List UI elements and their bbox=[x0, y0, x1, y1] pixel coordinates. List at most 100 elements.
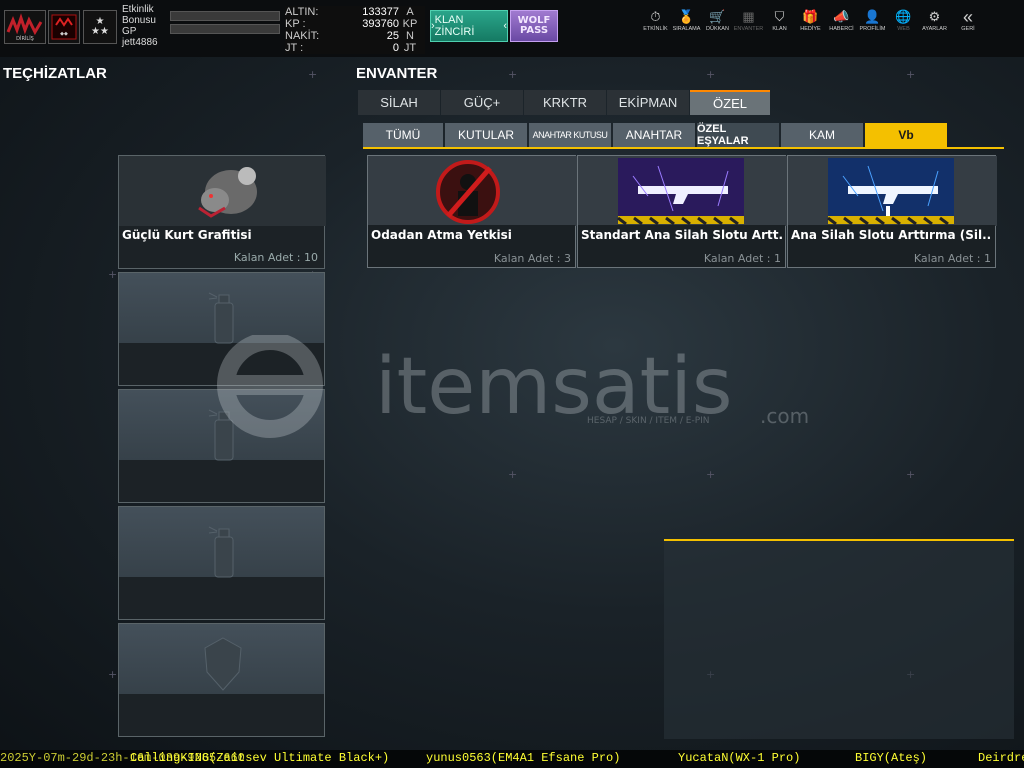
decor-cross: + bbox=[508, 68, 518, 81]
item-count: Kalan Adet : 3 bbox=[493, 252, 571, 265]
slot-item-name: Güçlü Kurt Grafitisi bbox=[122, 228, 252, 242]
wolf-pass-label: WOLF PASS bbox=[517, 15, 551, 36]
wolf-pass-button[interactable]: WOLF PASS bbox=[510, 10, 558, 42]
spray-can-icon bbox=[208, 526, 234, 578]
nav-etkinlik[interactable]: ⏱ ETKİNLİK bbox=[640, 8, 671, 32]
currency-label: KP : bbox=[285, 18, 306, 30]
currency-value: 25 bbox=[386, 30, 399, 42]
inventory-tabs: SİLAH GÜÇ+ KRKTR EKİPMAN ÖZEL bbox=[358, 90, 771, 115]
currency-row: NAKİT: 25 N bbox=[285, 30, 425, 42]
ticker-entry: YucataN(WX-1 Pro) bbox=[678, 751, 801, 765]
slot-footer bbox=[119, 577, 324, 619]
klan-chain-button[interactable]: › KLAN ZİNCİRİ ‹ bbox=[430, 10, 508, 42]
item-thumbnail bbox=[788, 156, 997, 226]
decor-cross: + bbox=[108, 268, 118, 281]
weapon-slot-icon bbox=[788, 156, 997, 226]
currency-label: JT : bbox=[285, 42, 304, 54]
clan-emblem[interactable]: ◆◆ bbox=[48, 10, 80, 44]
cart-icon: 🛒 bbox=[709, 9, 726, 24]
tab-ozel[interactable]: ÖZEL bbox=[690, 90, 770, 115]
player-info: Etkinlik Bonusu GP jett4886 bbox=[122, 4, 158, 48]
gp-bar bbox=[170, 24, 280, 34]
decor-cross: + bbox=[706, 468, 716, 481]
subtab-anahtar[interactable]: ANAHTAR bbox=[613, 123, 695, 147]
medal-icon: 🏅 bbox=[678, 9, 695, 24]
nav-web[interactable]: 🌐 WEB bbox=[888, 8, 919, 32]
back-icon: « bbox=[962, 7, 973, 27]
inventory-item[interactable]: Standart Ana Silah Slotu Artt... Kalan A… bbox=[577, 155, 787, 268]
subtab-tumu[interactable]: TÜMÜ bbox=[363, 123, 443, 147]
nav-label: AYARLAR bbox=[922, 26, 947, 32]
currency-label: NAKİT: bbox=[285, 30, 320, 42]
subtab-anahtar-kutusu[interactable]: ANAHTAR KUTUSU bbox=[529, 123, 611, 147]
nav-label: HEDİYE bbox=[800, 26, 821, 32]
tab-krktr[interactable]: KRKTR bbox=[524, 90, 606, 115]
tab-guc[interactable]: GÜÇ+ bbox=[441, 90, 523, 115]
nav-hediye[interactable]: 🎁 HEDİYE bbox=[795, 8, 826, 32]
item-thumbnail bbox=[368, 156, 577, 226]
clock-icon: ⏱ bbox=[650, 9, 661, 24]
nav-label: SIRALAMA bbox=[672, 26, 701, 32]
inventory-item[interactable]: Odadan Atma Yetkisi Kalan Adet : 3 bbox=[367, 155, 577, 268]
inventory-subtabs: TÜMÜ KUTULAR ANAHTAR KUTUSU ANAHTAR ÖZEL… bbox=[363, 123, 1004, 149]
currency-label: ALTIN: bbox=[285, 6, 319, 18]
item-name: Ana Silah Slotu Arttırma (Sil... bbox=[791, 228, 992, 242]
nav-label: PROFİLİM bbox=[859, 26, 886, 32]
equipment-slot[interactable]: Güçlü Kurt Grafitisi Kalan Adet : 10 bbox=[118, 155, 326, 269]
shield-icon: ⛉ bbox=[774, 9, 785, 24]
inventory-title: ENVANTER bbox=[356, 65, 438, 82]
nav-klan[interactable]: ⛉ KLAN bbox=[764, 8, 795, 32]
slot-item-count: Kalan Adet : 10 bbox=[233, 251, 318, 264]
item-name: Standart Ana Silah Slotu Artt... bbox=[581, 228, 782, 242]
subtab-vb[interactable]: Vb bbox=[865, 123, 947, 147]
nav-label: HABERCİ bbox=[829, 26, 854, 32]
slot-footer bbox=[119, 460, 324, 502]
event-bonus-bar bbox=[170, 11, 280, 21]
nav-profilim[interactable]: 👤 PROFİLİM bbox=[857, 8, 888, 32]
ticker-entry: Deirdre bbox=[978, 751, 1024, 765]
item-count: Kalan Adet : 1 bbox=[913, 252, 991, 265]
subtab-ozel-esyalar[interactable]: ÖZEL EŞYALAR bbox=[697, 123, 779, 147]
profile-icon: 👤 bbox=[864, 9, 881, 24]
currency-row: ALTIN: 133377 A bbox=[285, 6, 425, 18]
nav-geri[interactable]: «GERİ bbox=[950, 8, 986, 32]
inventory-icon: ▦ bbox=[742, 9, 755, 24]
nav-label: GERİ bbox=[961, 26, 975, 32]
currency-row: JT : 0 JT bbox=[285, 42, 425, 54]
gear-icon: ⚙ bbox=[928, 9, 941, 24]
nav-haberci[interactable]: 📣 HABERCİ bbox=[826, 8, 857, 32]
tab-ekipman[interactable]: EKİPMAN bbox=[607, 90, 689, 115]
main-nav: ⏱ ETKİNLİK 🏅 SIRALAMA 🛒 DÜKKAN ▦ ENVANTER ⛉ K… bbox=[640, 8, 986, 32]
nav-siralama[interactable]: 🏅 SIRALAMA bbox=[671, 8, 702, 32]
equipment-slot-empty[interactable] bbox=[118, 623, 325, 737]
nav-label: WEB bbox=[897, 26, 910, 32]
shield-slot-icon bbox=[204, 637, 242, 691]
nav-ayarlar[interactable]: ⚙ AYARLAR bbox=[919, 8, 950, 32]
item-count: Kalan Adet : 1 bbox=[703, 252, 781, 265]
ticker-entry: CallingKING(Zaitsev Ultimate Black+) bbox=[130, 751, 390, 765]
chevron-right-icon: ‹ bbox=[503, 20, 507, 32]
currency-panel: ALTIN: 133377 A KP : 393760 KP NAKİT: 25 N JT … bbox=[285, 6, 425, 54]
gp-label: GP bbox=[122, 26, 137, 37]
subtab-kam[interactable]: KAM bbox=[781, 123, 863, 147]
game-logo: DİRİLİŞ bbox=[4, 10, 46, 44]
item-thumbnail bbox=[578, 156, 787, 226]
inventory-item[interactable]: Ana Silah Slotu Arttırma (Sil... Kalan A… bbox=[787, 155, 997, 268]
gift-icon: 🎁 bbox=[802, 9, 819, 24]
watermark-domain: .com bbox=[760, 404, 809, 428]
decor-cross: + bbox=[508, 468, 518, 481]
currency-row: KP : 393760 KP bbox=[285, 18, 425, 30]
megaphone-icon: 📣 bbox=[833, 9, 850, 24]
nav-label: ETKİNLİK bbox=[643, 26, 668, 32]
tab-silah[interactable]: SİLAH bbox=[358, 90, 440, 115]
equipment-title: TEÇHİZATLAR bbox=[3, 65, 107, 82]
currency-value: 133377 bbox=[362, 6, 399, 18]
nav-dukkan[interactable]: 🛒 DÜKKAN bbox=[702, 8, 733, 32]
equipment-slot-empty[interactable] bbox=[118, 506, 325, 620]
subtab-kutular[interactable]: KUTULAR bbox=[445, 123, 527, 147]
rank-icon: ★ ★★ bbox=[83, 10, 117, 44]
svg-text:◆◆: ◆◆ bbox=[60, 31, 68, 37]
event-bonus-label: Etkinlik Bonusu bbox=[122, 4, 156, 26]
currency-unit: A bbox=[406, 6, 414, 18]
nav-envanter[interactable]: ▦ ENVANTER bbox=[733, 8, 764, 32]
